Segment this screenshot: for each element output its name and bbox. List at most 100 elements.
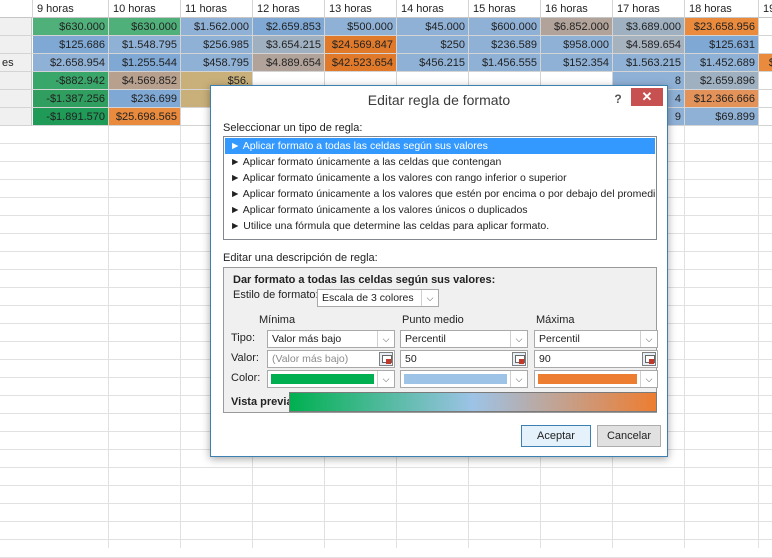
table-cell[interactable]: $12.366.666 [685, 90, 759, 108]
chevron-down-icon: ⌵ [377, 331, 394, 347]
maximum-header: Máxima [536, 314, 575, 326]
table-cell[interactable]: $630.000 [109, 18, 181, 36]
table-cell[interactable]: $4.569.852 [109, 72, 181, 90]
midpoint-color-swatch [404, 374, 507, 384]
table-cell[interactable] [759, 18, 772, 36]
rule-type-list[interactable]: ► Aplicar formato a todas las celdas seg… [223, 136, 657, 240]
table-cell[interactable]: $23.658.956 [685, 18, 759, 36]
column-header[interactable]: 15 horas [469, 0, 541, 18]
rule-type-item[interactable]: ► Aplicar formato únicamente a los valor… [225, 170, 655, 186]
table-cell[interactable]: $42.523.654 [325, 54, 397, 72]
table-cell[interactable]: $250 [397, 36, 469, 54]
midpoint-type-value: Percentil [405, 333, 446, 345]
maximum-color-swatch [538, 374, 637, 384]
table-cell[interactable]: $1.548.795 [109, 36, 181, 54]
range-select-icon[interactable] [512, 352, 526, 366]
grid-row-line [0, 467, 772, 468]
format-style-select[interactable]: Escala de 3 colores ⌵ [317, 289, 439, 307]
column-header[interactable]: 19 [759, 0, 772, 18]
column-header[interactable]: 11 horas [181, 0, 253, 18]
table-cell[interactable]: $25.698.565 [109, 108, 181, 126]
table-cell[interactable]: $1.563.215 [613, 54, 685, 72]
column-header[interactable]: 17 horas [613, 0, 685, 18]
table-cell[interactable]: $1.562.000 [181, 18, 253, 36]
column-header[interactable]: 10 horas [109, 0, 181, 18]
table-cell[interactable]: $45.000 [397, 18, 469, 36]
table-cell[interactable]: $2.659.853 [253, 18, 325, 36]
table-cell[interactable] [759, 72, 772, 90]
rule-type-item[interactable]: ► Aplicar formato únicamente a los valor… [225, 186, 655, 202]
table-cell[interactable]: $125.686 [33, 36, 109, 54]
table-cell[interactable]: $500.000 [325, 18, 397, 36]
table-cell[interactable]: $458.795 [181, 54, 253, 72]
table-cell[interactable] [759, 90, 772, 108]
column-header[interactable]: 14 horas [397, 0, 469, 18]
column-header[interactable]: 13 horas [325, 0, 397, 18]
table-cell[interactable]: -$1.387.256 [33, 90, 109, 108]
table-cell[interactable]: $125.631 [685, 36, 759, 54]
table-cell[interactable] [759, 36, 772, 54]
help-button[interactable]: ? [609, 90, 627, 108]
table-cell[interactable]: $3.689.000 [613, 18, 685, 36]
minimum-color-select[interactable]: ⌵ [267, 370, 395, 388]
table-cell[interactable]: $236.699 [109, 90, 181, 108]
minimum-type-value: Valor más bajo [272, 333, 342, 345]
column-header[interactable]: 9 horas [33, 0, 109, 18]
table-cell[interactable]: $958.000 [541, 36, 613, 54]
midpoint-value-input[interactable]: 50 [400, 350, 528, 368]
table-cell[interactable]: $256.985 [181, 36, 253, 54]
grid-row-line [0, 521, 772, 522]
column-header[interactable]: 18 horas [685, 0, 759, 18]
table-cell[interactable]: $1.456.555 [469, 54, 541, 72]
table-cell[interactable]: $600.000 [469, 18, 541, 36]
select-rule-type-label: Seleccionar un tipo de regla: [223, 122, 363, 134]
minimum-header: Mínima [259, 314, 296, 326]
maximum-value-input[interactable]: 90 [534, 350, 658, 368]
chevron-down-icon: ⌵ [510, 371, 527, 387]
rule-type-item[interactable]: ► Utilice una fórmula que determine las … [225, 218, 655, 234]
close-button[interactable]: ✕ [631, 88, 663, 106]
table-cell[interactable]: $4.589.654 [613, 36, 685, 54]
table-cell[interactable]: $456.215 [397, 54, 469, 72]
dialog-title: Editar regla de formato [367, 92, 511, 108]
table-cell[interactable]: -$1.891.570 [33, 108, 109, 126]
column-header[interactable]: 16 horas [541, 0, 613, 18]
format-all-cells-heading: Dar formato a todas las celdas según sus… [233, 274, 496, 286]
minimum-type-select[interactable]: Valor más bajo ⌵ [267, 330, 395, 348]
range-select-icon[interactable] [642, 352, 656, 366]
type-row-label: Tipo: [231, 332, 256, 344]
minimum-value-input[interactable]: (Valor más bajo) [267, 350, 395, 368]
table-cell[interactable]: $ [759, 54, 772, 72]
maximum-color-select[interactable]: ⌵ [534, 370, 658, 388]
cancel-button[interactable]: Cancelar [597, 425, 661, 447]
minimum-value-text: (Valor más bajo) [272, 353, 349, 365]
rule-type-item[interactable]: ► Aplicar formato a todas las celdas seg… [225, 138, 655, 154]
table-cell[interactable] [759, 108, 772, 126]
table-cell[interactable]: $69.899 [685, 108, 759, 126]
edit-format-rule-dialog: Editar regla de formato ? ✕ Seleccionar … [210, 85, 668, 457]
table-cell[interactable]: $1.255.544 [109, 54, 181, 72]
table-cell[interactable]: -$882.942 [33, 72, 109, 90]
row-label [0, 108, 32, 126]
rule-type-item[interactable]: ► Aplicar formato únicamente a las celda… [225, 154, 655, 170]
midpoint-type-select[interactable]: Percentil ⌵ [400, 330, 528, 348]
table-cell[interactable]: $4.889.654 [253, 54, 325, 72]
table-cell[interactable]: $24.569.847 [325, 36, 397, 54]
edit-description-label: Editar una descripción de regla: [223, 252, 378, 264]
table-cell[interactable]: $152.354 [541, 54, 613, 72]
midpoint-color-select[interactable]: ⌵ [400, 370, 528, 388]
accept-button[interactable]: Aceptar [521, 425, 591, 447]
range-select-icon[interactable] [379, 352, 393, 366]
table-cell[interactable]: $2.658.954 [33, 54, 109, 72]
table-cell[interactable]: $630.000 [33, 18, 109, 36]
table-cell[interactable]: $236.589 [469, 36, 541, 54]
table-cell[interactable]: $2.659.896 [685, 72, 759, 90]
table-cell[interactable]: $1.452.689 [685, 54, 759, 72]
row-label [0, 72, 32, 90]
column-header[interactable]: 12 horas [253, 0, 325, 18]
chevron-down-icon: ⌵ [640, 331, 657, 347]
table-cell[interactable]: $3.654.215 [253, 36, 325, 54]
rule-type-item[interactable]: ► Aplicar formato únicamente a los valor… [225, 202, 655, 218]
maximum-type-select[interactable]: Percentil ⌵ [534, 330, 658, 348]
table-cell[interactable]: $6.852.000 [541, 18, 613, 36]
